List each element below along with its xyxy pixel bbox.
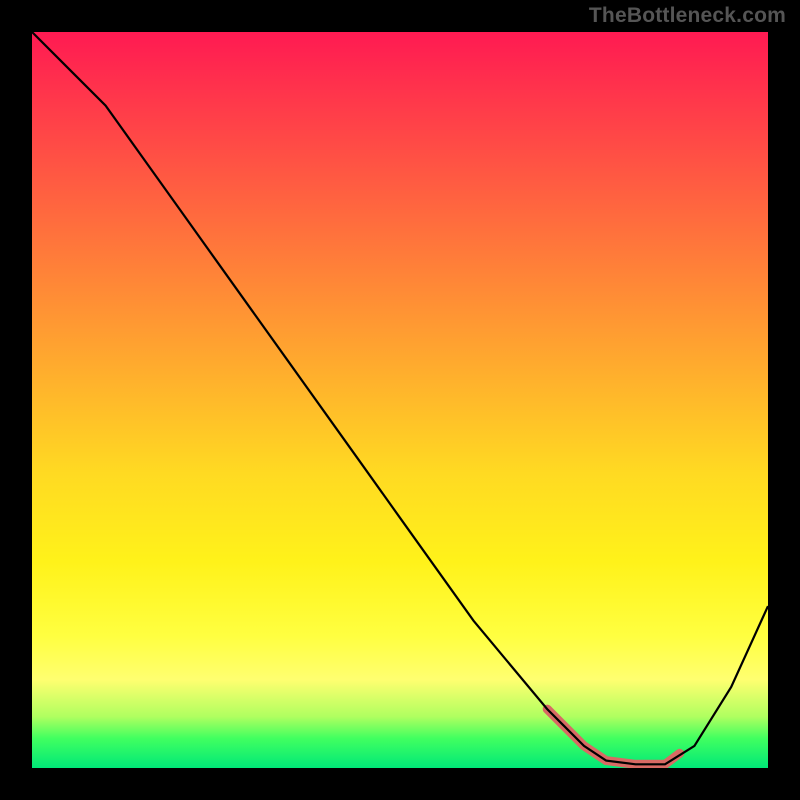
chart-plot-area	[32, 32, 768, 768]
chart-curve-line	[32, 32, 768, 764]
attribution-text: TheBottleneck.com	[589, 4, 786, 28]
chart-highlight-segment	[547, 709, 680, 764]
chart-svg	[32, 32, 768, 768]
